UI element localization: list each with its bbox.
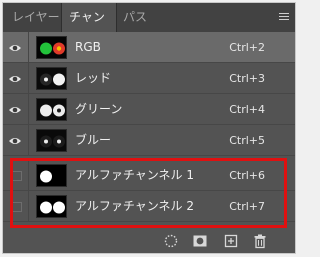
channel-thumbnail-green (36, 98, 67, 121)
channel-name: レッド (75, 71, 112, 85)
channel-thumbnail-alpha-2 (36, 195, 67, 218)
channel-row-rgb[interactable]: RGB Ctrl+2 (3, 32, 295, 63)
trash-icon[interactable] (252, 233, 268, 249)
channels-panel: レイヤー チャンネル パス RGB Ctrl+2 (3, 3, 295, 253)
dotted-circle-icon[interactable] (163, 233, 179, 249)
channel-shortcut: Ctrl+5 (229, 134, 265, 147)
channel-shortcut: Ctrl+2 (229, 41, 265, 54)
plus-square-icon[interactable] (223, 233, 239, 249)
eye-icon[interactable] (8, 72, 22, 86)
channel-thumbnail-blue (36, 129, 67, 152)
channel-name: RGB (75, 40, 101, 54)
channel-shortcut: Ctrl+6 (229, 169, 265, 182)
divider (28, 125, 29, 155)
eye-icon[interactable] (8, 41, 22, 55)
channel-name: アルファチャンネル 2 (75, 199, 194, 213)
tab-layers[interactable]: レイヤー (8, 3, 60, 32)
visibility-toggle[interactable] (12, 171, 22, 181)
divider (28, 160, 29, 190)
bottom-toolbar (3, 229, 295, 253)
channel-name: ブルー (75, 133, 112, 147)
eye-icon[interactable] (8, 134, 22, 148)
channel-shortcut: Ctrl+4 (229, 103, 265, 116)
channel-thumbnail-red (36, 67, 67, 90)
channel-row-alpha-2[interactable]: アルファチャンネル 2 Ctrl+7 (3, 191, 295, 222)
tab-paths[interactable]: パス (121, 3, 151, 32)
eye-icon[interactable] (8, 103, 22, 117)
tab-bar: レイヤー チャンネル パス (3, 3, 295, 53)
mask-icon[interactable] (192, 233, 208, 249)
channel-shortcut: Ctrl+3 (229, 72, 265, 85)
channel-name: アルファチャンネル 1 (75, 168, 194, 182)
channel-row-green[interactable]: グリーン Ctrl+4 (3, 94, 295, 125)
tab-channels[interactable]: チャンネル (61, 3, 117, 53)
hamburger-icon[interactable] (279, 13, 289, 22)
channel-row-alpha-1[interactable]: アルファチャンネル 1 Ctrl+6 (3, 160, 295, 191)
divider (28, 63, 29, 93)
channel-name: グリーン (75, 102, 123, 116)
channel-row-red[interactable]: レッド Ctrl+3 (3, 63, 295, 94)
channel-thumbnail-rgb (36, 36, 67, 59)
channel-shortcut: Ctrl+7 (229, 200, 265, 213)
channel-row-blue[interactable]: ブルー Ctrl+5 (3, 125, 295, 156)
divider (28, 191, 29, 221)
divider (28, 94, 29, 124)
channel-thumbnail-alpha-1 (36, 164, 67, 187)
divider (28, 32, 29, 62)
visibility-toggle[interactable] (12, 202, 22, 212)
